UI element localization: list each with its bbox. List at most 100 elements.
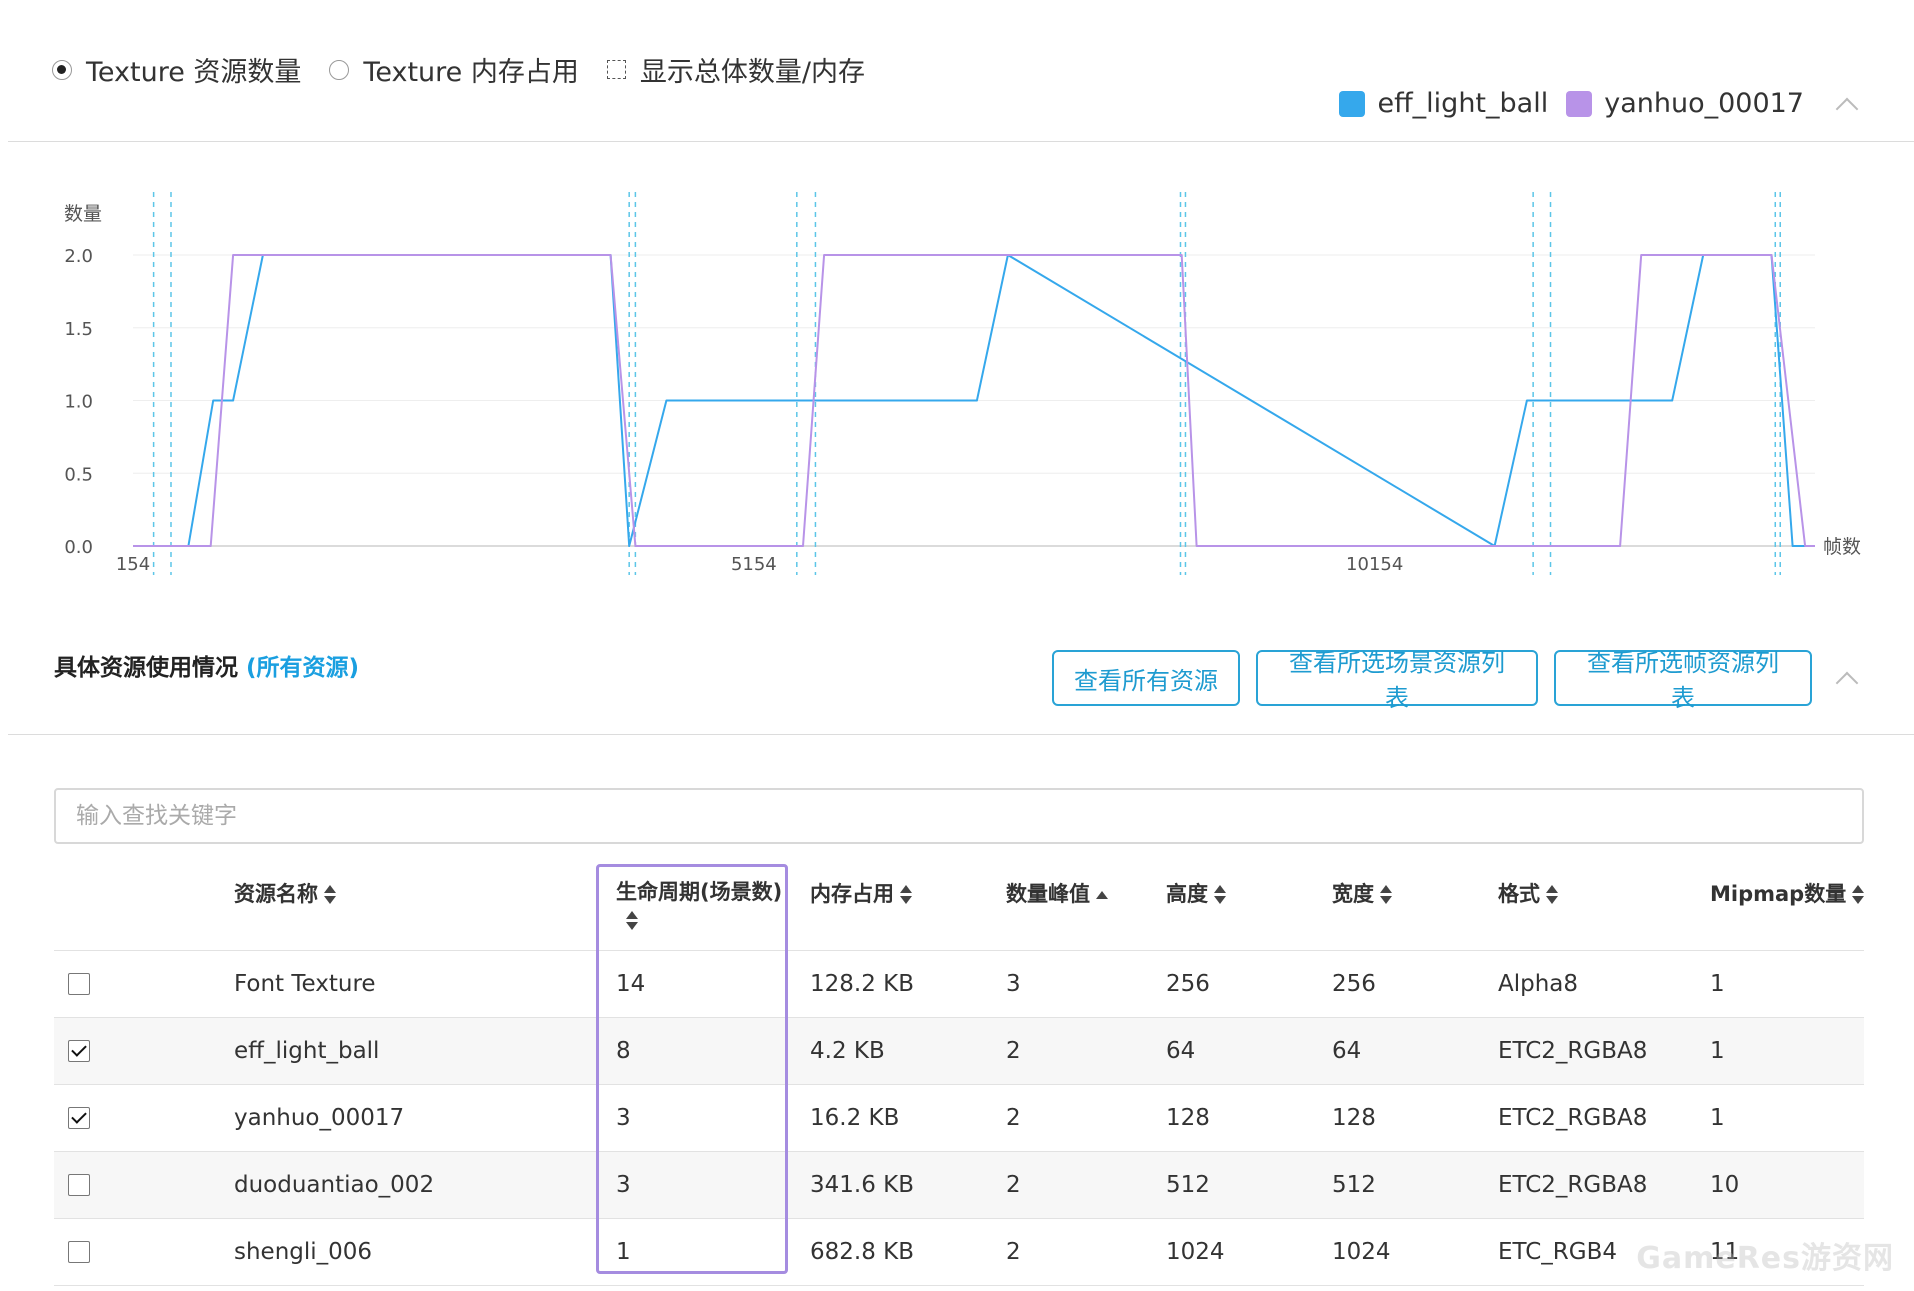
sort-icon[interactable] bbox=[900, 885, 912, 905]
cell-lifecycle: 1 bbox=[616, 1239, 631, 1265]
watermark: GameRes游资网 bbox=[1636, 1241, 1894, 1276]
cell-height: 256 bbox=[1166, 971, 1210, 997]
cell-mipmap: 10 bbox=[1710, 1172, 1740, 1198]
cell-format: ETC2_RGBA8 bbox=[1498, 1038, 1648, 1064]
x-tick-label: 154 bbox=[116, 554, 150, 575]
resource-view-buttons: 查看所有资源 查看所选场景资源列表 查看所选帧资源列表 bbox=[1036, 649, 1812, 712]
col-header-memory[interactable]: 内存占用 bbox=[810, 878, 912, 908]
y-tick-label: 2.0 bbox=[64, 246, 93, 267]
sort-icon[interactable] bbox=[1546, 885, 1558, 905]
cell-format: ETC2_RGBA8 bbox=[1498, 1172, 1648, 1198]
legend-item-yanhuo-00017[interactable]: yanhuo_00017 bbox=[1566, 88, 1804, 119]
legend-label: yanhuo_00017 bbox=[1604, 88, 1804, 119]
sort-icon[interactable] bbox=[1852, 885, 1865, 905]
row-checkbox[interactable] bbox=[68, 973, 90, 995]
table-row[interactable]: shengli_006 1 682.8 KB 2 1024 1024 ETC_R… bbox=[54, 1219, 1864, 1286]
col-header-label: 宽度 bbox=[1332, 882, 1374, 906]
col-header-label: Mipmap数量 bbox=[1710, 882, 1847, 906]
divider bbox=[8, 734, 1914, 735]
cell-mipmap: 1 bbox=[1710, 1105, 1725, 1131]
col-header-label: 格式 bbox=[1498, 882, 1540, 906]
texture-count-chart: 0.0 0.5 1.0 1.5 2.0 数量帧数 154 5154 10154 bbox=[64, 192, 1861, 575]
cell-peak-count: 2 bbox=[1006, 1239, 1021, 1265]
col-header-mipmap[interactable]: Mipmap数量 bbox=[1710, 878, 1865, 908]
all-resources-link[interactable]: (所有资源) bbox=[246, 655, 359, 681]
cell-width: 1024 bbox=[1332, 1239, 1391, 1265]
col-header-label: 数量峰值 bbox=[1006, 882, 1090, 906]
cell-height: 64 bbox=[1166, 1038, 1196, 1064]
x-tick-label: 5154 bbox=[731, 554, 777, 575]
divider bbox=[8, 141, 1914, 142]
cell-format: ETC2_RGBA8 bbox=[1498, 1105, 1648, 1131]
cell-memory: 682.8 KB bbox=[810, 1239, 915, 1265]
sort-icon[interactable] bbox=[1214, 885, 1226, 905]
cell-mipmap: 1 bbox=[1710, 1038, 1725, 1064]
legend-item-eff-light-ball[interactable]: eff_light_ball bbox=[1339, 88, 1548, 119]
checkbox-show-total-label: 显示总体数量/内存 bbox=[639, 57, 865, 88]
chart-legend: eff_light_ball yanhuo_00017 bbox=[1321, 88, 1804, 119]
radio-texture-memory[interactable]: Texture 内存占用 bbox=[329, 50, 579, 89]
checkbox-indicator[interactable] bbox=[606, 60, 626, 79]
cell-peak-count: 2 bbox=[1006, 1172, 1021, 1198]
col-header-name[interactable]: 资源名称 bbox=[234, 878, 336, 908]
table-row[interactable]: Font Texture 14 128.2 KB 3 256 256 Alpha… bbox=[54, 951, 1864, 1018]
y-tick-label: 0.0 bbox=[64, 537, 93, 558]
col-header-label: 高度 bbox=[1166, 882, 1208, 906]
y-tick-label: 1.0 bbox=[64, 392, 93, 413]
radio-texture-count[interactable]: Texture 资源数量 bbox=[52, 50, 301, 89]
col-header-label: 内存占用 bbox=[810, 882, 894, 906]
cell-name: eff_light_ball bbox=[234, 1038, 380, 1064]
collapse-table-caret-icon[interactable] bbox=[1835, 671, 1859, 695]
radio-indicator[interactable] bbox=[329, 59, 350, 80]
cell-lifecycle: 3 bbox=[616, 1105, 631, 1131]
view-selected-frame-resources-button[interactable]: 查看所选帧资源列表 bbox=[1554, 649, 1812, 712]
radio-indicator[interactable] bbox=[52, 59, 72, 80]
row-checkbox[interactable] bbox=[68, 1241, 90, 1263]
row-checkbox[interactable] bbox=[68, 1174, 90, 1196]
checkbox-show-total[interactable]: 显示总体数量/内存 bbox=[606, 50, 865, 89]
view-all-resources-button[interactable]: 查看所有资源 bbox=[1052, 650, 1240, 706]
sort-icon[interactable] bbox=[1380, 885, 1392, 905]
col-header-width[interactable]: 宽度 bbox=[1332, 878, 1392, 908]
cell-memory: 128.2 KB bbox=[810, 971, 915, 997]
legend-swatch bbox=[1566, 90, 1593, 117]
search-input[interactable] bbox=[54, 788, 1864, 844]
table-row[interactable]: duoduantiao_002 3 341.6 KB 2 512 512 ETC… bbox=[54, 1152, 1864, 1219]
cell-width: 256 bbox=[1332, 971, 1376, 997]
collapse-chart-caret-icon[interactable] bbox=[1835, 97, 1859, 121]
cell-mipmap: 1 bbox=[1710, 971, 1725, 997]
cell-width: 128 bbox=[1332, 1105, 1376, 1131]
cell-format: ETC_RGB4 bbox=[1498, 1239, 1618, 1265]
cell-peak-count: 2 bbox=[1006, 1105, 1021, 1131]
table-row[interactable]: yanhuo_00017 3 16.2 KB 2 128 128 ETC2_RG… bbox=[54, 1085, 1864, 1152]
table-row[interactable]: eff_light_ball 8 4.2 KB 2 64 64 ETC2_RGB… bbox=[54, 1018, 1864, 1085]
cell-memory: 4.2 KB bbox=[810, 1038, 885, 1064]
cell-format: Alpha8 bbox=[1498, 971, 1579, 997]
row-checkbox[interactable] bbox=[68, 1107, 90, 1129]
cell-name: yanhuo_00017 bbox=[234, 1105, 405, 1131]
sort-icon[interactable] bbox=[626, 911, 638, 931]
cell-name: Font Texture bbox=[234, 971, 376, 997]
row-checkbox[interactable] bbox=[68, 1040, 90, 1062]
legend-swatch bbox=[1339, 90, 1366, 117]
cell-width: 512 bbox=[1332, 1172, 1376, 1198]
col-header-height[interactable]: 高度 bbox=[1166, 878, 1226, 908]
col-header-label: 生命周期(场景数) bbox=[616, 880, 783, 904]
section-title: 具体资源使用情况 (所有资源) bbox=[54, 648, 359, 682]
cell-memory: 16.2 KB bbox=[810, 1105, 900, 1131]
col-header-peak-count[interactable]: 数量峰值 bbox=[1006, 878, 1108, 908]
y-axis-label: 数量 bbox=[64, 203, 102, 225]
cell-width: 64 bbox=[1332, 1038, 1362, 1064]
col-header-lifecycle[interactable]: 生命周期(场景数) bbox=[616, 878, 782, 934]
cell-lifecycle: 14 bbox=[616, 971, 646, 997]
view-selected-scene-resources-button[interactable]: 查看所选场景资源列表 bbox=[1256, 649, 1538, 712]
sort-asc-icon[interactable] bbox=[1096, 885, 1108, 905]
cell-name: duoduantiao_002 bbox=[234, 1172, 435, 1198]
radio-texture-count-label: Texture 资源数量 bbox=[86, 57, 302, 88]
col-header-label: 资源名称 bbox=[234, 882, 318, 906]
cell-height: 1024 bbox=[1166, 1239, 1225, 1265]
sort-icon[interactable] bbox=[324, 885, 336, 905]
cell-memory: 341.6 KB bbox=[810, 1172, 915, 1198]
table-header: 资源名称 生命周期(场景数) 内存占用 数量峰值 高度 宽度 格式 Mipmap… bbox=[54, 866, 1865, 951]
col-header-format[interactable]: 格式 bbox=[1498, 878, 1558, 908]
